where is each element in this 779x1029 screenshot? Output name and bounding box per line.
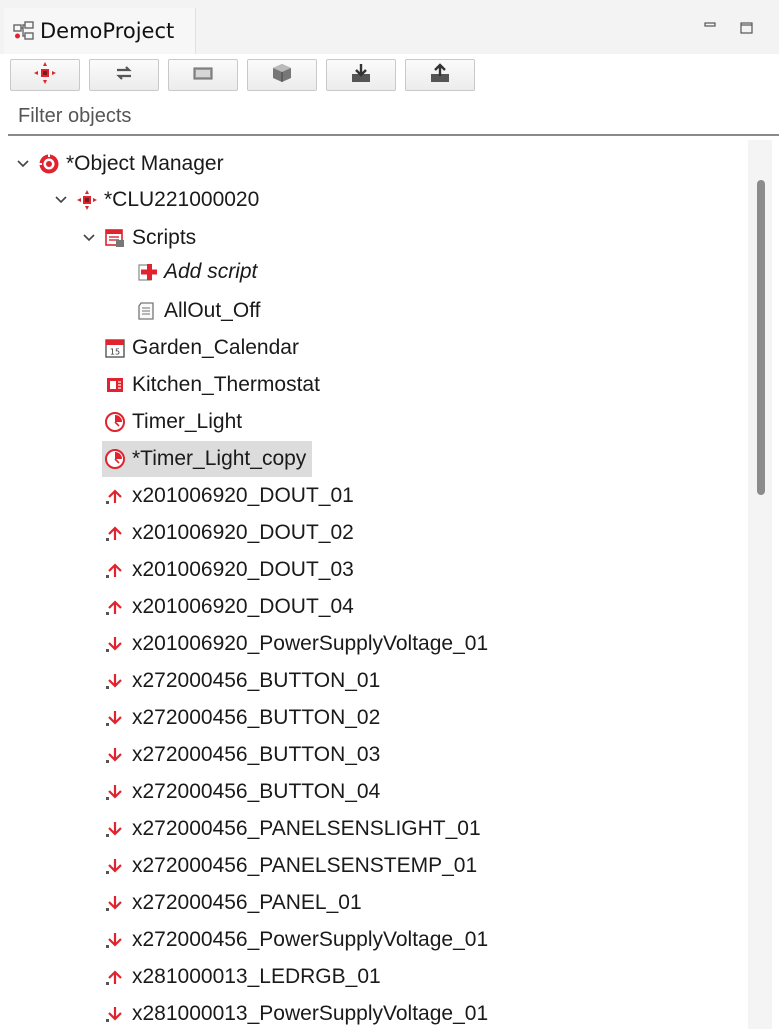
import-button[interactable] bbox=[326, 59, 396, 91]
project-icon bbox=[12, 19, 36, 43]
cube-icon bbox=[270, 61, 294, 89]
module-button[interactable] bbox=[247, 59, 317, 91]
tree-item-add-script[interactable]: Add script bbox=[136, 254, 257, 290]
tree-item-panel-01[interactable]: x272000456_PANEL_01 bbox=[104, 885, 362, 921]
tree-item-label: Kitchen_Thermostat bbox=[132, 373, 320, 396]
input-icon bbox=[104, 929, 126, 951]
panel-button[interactable] bbox=[168, 59, 238, 91]
input-icon bbox=[104, 707, 126, 729]
tree-item-label: x201006920_DOUT_04 bbox=[132, 595, 354, 618]
thermostat-icon bbox=[104, 374, 126, 396]
tree-item-panelsenslight-01[interactable]: x272000456_PANELSENSLIGHT_01 bbox=[104, 811, 481, 847]
timer-icon bbox=[104, 448, 126, 470]
input-icon bbox=[104, 818, 126, 840]
tree-item-allout-off[interactable]: AllOut_Off bbox=[136, 293, 261, 329]
output-icon bbox=[104, 596, 126, 618]
tree-item-label: x201006920_PowerSupplyVoltage_01 bbox=[132, 632, 489, 655]
tree-item-button-04[interactable]: x272000456_BUTTON_04 bbox=[104, 774, 380, 810]
tree-item-label: x201006920_DOUT_01 bbox=[132, 484, 354, 507]
export-button[interactable] bbox=[405, 59, 475, 91]
tree-item-scripts[interactable]: Scripts bbox=[80, 220, 196, 256]
tree-item-label: x272000456_PANEL_01 bbox=[132, 891, 362, 914]
tree-item-label: *CLU221000020 bbox=[104, 188, 260, 211]
tree-item-label: x281000013_LEDRGB_01 bbox=[132, 965, 381, 988]
toolbar bbox=[0, 54, 779, 96]
tree-item-dout-04[interactable]: x201006920_DOUT_04 bbox=[104, 589, 354, 625]
tree-item-kitchen-thermostat[interactable]: Kitchen_Thermostat bbox=[104, 367, 320, 403]
input-icon bbox=[104, 670, 126, 692]
tree-item-label: Add script bbox=[164, 260, 258, 283]
object-tree: *Object Manager *CLU221000020 Scripts Ad… bbox=[0, 140, 745, 1029]
tree-item-object-manager[interactable]: *Object Manager bbox=[14, 146, 224, 182]
tab-demoproject[interactable]: DemoProject bbox=[4, 8, 196, 54]
tree-item-label: *Object Manager bbox=[66, 152, 224, 175]
filter-objects-input[interactable] bbox=[18, 104, 779, 128]
output-icon bbox=[104, 485, 126, 507]
tree-item-label: x272000456_PowerSupplyVoltage_01 bbox=[132, 928, 489, 951]
tree-item-label: Garden_Calendar bbox=[132, 336, 299, 359]
tree-item-timer-light-copy[interactable]: *Timer_Light_copy bbox=[102, 441, 313, 477]
panel-icon bbox=[191, 61, 215, 89]
tree-item-label: x201006920_DOUT_02 bbox=[132, 521, 354, 544]
script-icon bbox=[136, 300, 158, 322]
tree-item-label: Timer_Light bbox=[132, 410, 243, 433]
tree-item-panelsenstemp-01[interactable]: x272000456_PANELSENSTEMP_01 bbox=[104, 848, 477, 884]
input-icon bbox=[104, 892, 126, 914]
input-icon bbox=[104, 781, 126, 803]
tree-item-label: x272000456_PANELSENSTEMP_01 bbox=[132, 854, 478, 877]
clu-icon bbox=[76, 189, 98, 211]
tree-item-dout-02[interactable]: x201006920_DOUT_02 bbox=[104, 515, 354, 551]
output-icon bbox=[104, 559, 126, 581]
tree-item-button-03[interactable]: x272000456_BUTTON_03 bbox=[104, 737, 380, 773]
object-manager-icon bbox=[38, 153, 60, 175]
timer-icon bbox=[104, 411, 126, 433]
tree-item-label: x272000456_BUTTON_03 bbox=[132, 743, 381, 766]
tree-item-button-01[interactable]: x272000456_BUTTON_01 bbox=[104, 663, 380, 699]
tree-item-label: Scripts bbox=[132, 226, 197, 249]
tree-item-panel-power-supply-voltage-01[interactable]: x272000456_PowerSupplyVoltage_01 bbox=[104, 922, 488, 958]
input-icon bbox=[104, 633, 126, 655]
tree-item-ledrgb-01[interactable]: x281000013_LEDRGB_01 bbox=[104, 959, 381, 995]
import-icon bbox=[349, 61, 373, 89]
filter-bar bbox=[8, 98, 779, 136]
tree-item-label: *Timer_Light_copy bbox=[132, 447, 307, 470]
input-icon bbox=[104, 855, 126, 877]
output-icon bbox=[104, 966, 126, 988]
tree-item-button-02[interactable]: x272000456_BUTTON_02 bbox=[104, 700, 380, 736]
input-icon bbox=[104, 744, 126, 766]
tree-item-timer-light[interactable]: Timer_Light bbox=[104, 404, 242, 440]
tree-item-label: x272000456_BUTTON_01 bbox=[132, 669, 381, 692]
tree-item-label: x272000456_PANELSENSLIGHT_01 bbox=[132, 817, 481, 840]
calendar-icon: 15 bbox=[104, 337, 126, 359]
chevron-down-icon[interactable] bbox=[14, 155, 32, 173]
tree-item-led-power-supply-voltage-01[interactable]: x281000013_PowerSupplyVoltage_01 bbox=[104, 996, 488, 1029]
maximize-icon[interactable] bbox=[739, 20, 755, 34]
tree-item-label: AllOut_Off bbox=[164, 299, 261, 322]
tree-item-dout-01[interactable]: x201006920_DOUT_01 bbox=[104, 478, 354, 514]
export-icon bbox=[428, 61, 452, 89]
add-script-icon bbox=[136, 261, 158, 283]
tree-item-label: x272000456_BUTTON_02 bbox=[132, 706, 381, 729]
sync-button[interactable] bbox=[89, 59, 159, 91]
tree-item-label: x201006920_DOUT_03 bbox=[132, 558, 354, 581]
sync-icon bbox=[112, 61, 136, 89]
minimize-icon[interactable] bbox=[703, 20, 719, 34]
chevron-down-icon[interactable] bbox=[52, 191, 70, 209]
tree-item-label: x272000456_BUTTON_04 bbox=[132, 780, 381, 803]
tree-item-dout-03[interactable]: x201006920_DOUT_03 bbox=[104, 552, 354, 588]
chevron-down-icon[interactable] bbox=[80, 229, 98, 247]
clu-icon bbox=[33, 61, 57, 89]
tree-item-clu[interactable]: *CLU221000020 bbox=[52, 182, 259, 218]
scripts-folder-icon bbox=[104, 227, 126, 249]
add-clu-button[interactable] bbox=[10, 59, 80, 91]
tree-item-label: x281000013_PowerSupplyVoltage_01 bbox=[132, 1002, 489, 1025]
tree-item-garden-calendar[interactable]: 15 Garden_Calendar bbox=[104, 330, 299, 366]
view-tab-bar: DemoProject bbox=[0, 0, 779, 54]
vertical-scrollbar-thumb[interactable] bbox=[757, 180, 765, 495]
input-icon bbox=[104, 1003, 126, 1025]
svg-text:15: 15 bbox=[110, 348, 120, 357]
tab-title: DemoProject bbox=[40, 19, 175, 43]
output-icon bbox=[104, 522, 126, 544]
tree-item-power-supply-voltage-01[interactable]: x201006920_PowerSupplyVoltage_01 bbox=[104, 626, 488, 662]
